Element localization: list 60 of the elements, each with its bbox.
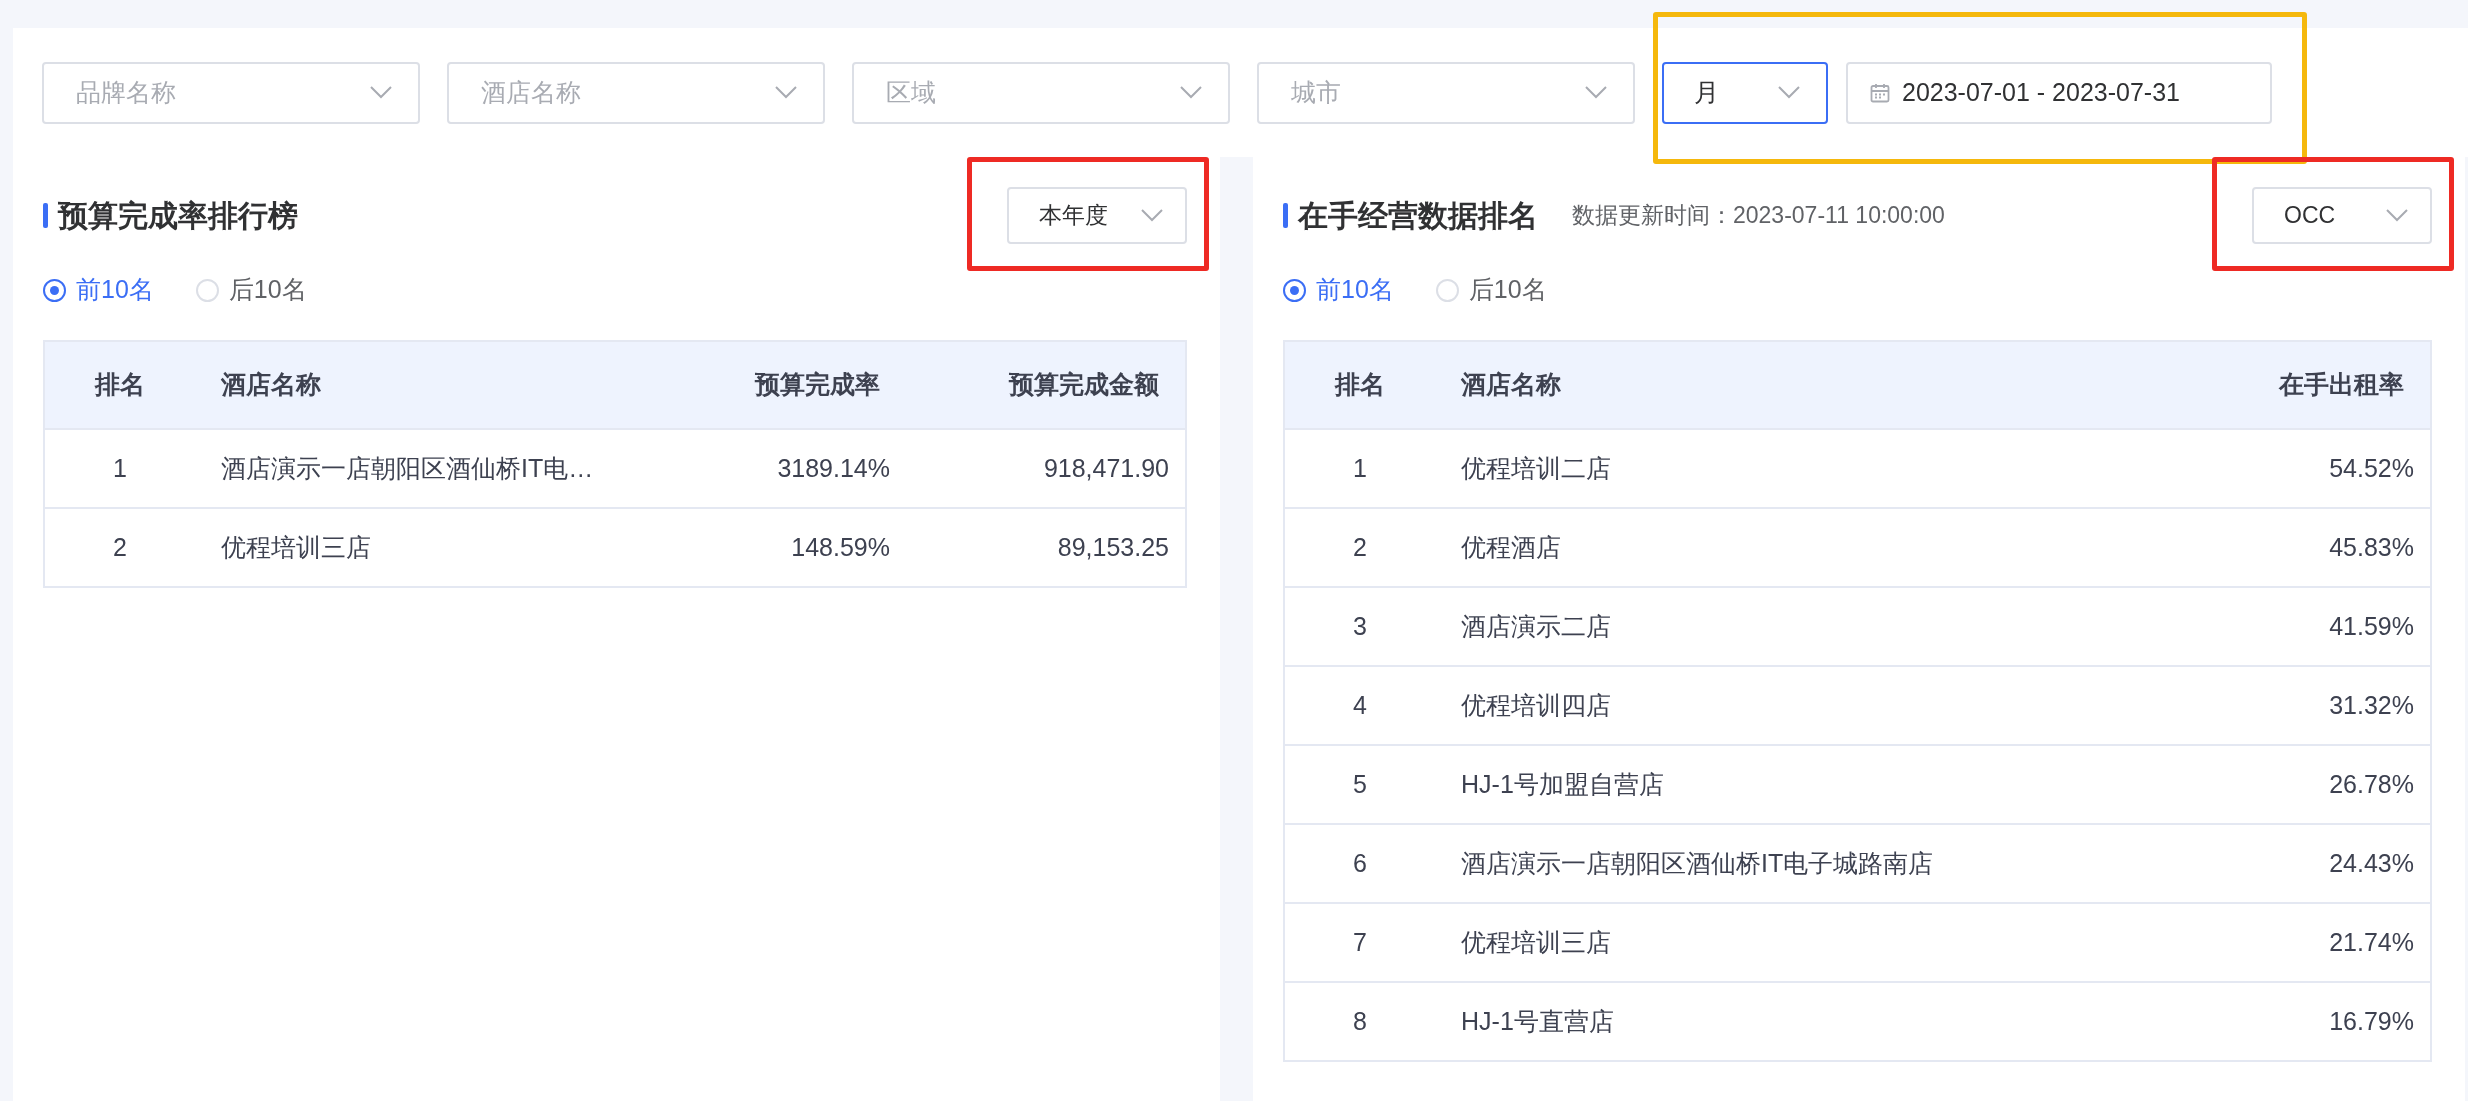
chevron-down-icon bbox=[370, 86, 392, 99]
table-cell-text: 酒店演示一店朝阳区酒仙桥IT电… bbox=[220, 452, 595, 484]
table-cell-text: 3 bbox=[1352, 610, 1368, 642]
table-cell-text: 优程培训二店 bbox=[1460, 452, 1612, 484]
table-cell-text: 26.78% bbox=[2328, 768, 2415, 800]
chevron-down-icon bbox=[1141, 209, 1163, 222]
table-cell-text: 54.52% bbox=[2328, 452, 2415, 484]
table-cell-text: 酒店演示一店朝阳区酒仙桥IT电子城路南店 bbox=[1460, 847, 1935, 879]
table-cell-text: 2 bbox=[112, 531, 128, 563]
table-cell-text: 45.83% bbox=[2328, 531, 2415, 563]
table-cell-text: 1 bbox=[1352, 452, 1368, 484]
table-cell-text: 6 bbox=[1352, 847, 1368, 879]
table-cell-text: 89,153.25 bbox=[1056, 531, 1170, 563]
date-range-field[interactable]: 2023-07-01 - 2023-07-31 bbox=[1846, 61, 2272, 124]
table-cell-text: 8 bbox=[1352, 1005, 1368, 1037]
table-cell-text: 4 bbox=[1352, 689, 1368, 721]
table-cell-text: 2 bbox=[1352, 531, 1368, 563]
table-cell-text: 41.59% bbox=[2328, 610, 2415, 642]
column-header: 预算完成率 bbox=[753, 369, 881, 401]
table-cell-text: 优程培训四店 bbox=[1460, 689, 1612, 721]
chevron-down-icon bbox=[2386, 209, 2408, 222]
calendar-icon bbox=[1870, 82, 1890, 103]
dropdown-select[interactable]: 本年度 bbox=[1007, 187, 1187, 244]
panel-title: 在手经营数据排名 bbox=[1298, 198, 1538, 234]
chevron-down-icon bbox=[775, 86, 797, 99]
column-header: 预算完成金额 bbox=[1007, 369, 1160, 401]
column-header: 排名 bbox=[1333, 369, 1386, 401]
radio-option[interactable]: 后10名 bbox=[1435, 271, 1547, 309]
table-cell-text: 31.32% bbox=[2328, 689, 2415, 721]
table-cell-text: 优程培训三店 bbox=[1460, 926, 1612, 958]
table-cell-text: 5 bbox=[1352, 768, 1368, 800]
chevron-down-icon bbox=[1778, 86, 1800, 99]
table-cell-text: 1 bbox=[112, 452, 128, 484]
panel-title: 预算完成率排行榜 bbox=[58, 198, 298, 234]
radio-option[interactable]: 前10名 bbox=[1283, 271, 1394, 309]
table-cell-text: 7 bbox=[1352, 926, 1368, 958]
radio-option[interactable]: 后10名 bbox=[195, 271, 307, 309]
table-cell-text: 16.79% bbox=[2328, 1005, 2415, 1037]
update-time: 数据更新时间：2023-07-11 10:00:00 bbox=[1572, 201, 1945, 231]
chevron-down-icon bbox=[1585, 86, 1607, 99]
chevron-down-icon bbox=[1180, 86, 1202, 99]
radio-option[interactable]: 前10名 bbox=[43, 271, 154, 309]
table-cell-text: 酒店演示二店 bbox=[1460, 610, 1612, 642]
title-accent-bar bbox=[43, 203, 48, 228]
title-accent-bar bbox=[1283, 203, 1288, 228]
column-header: 排名 bbox=[93, 369, 146, 401]
table-cell-text: 148.59% bbox=[790, 531, 891, 563]
table-cell-text: 优程培训三店 bbox=[220, 531, 372, 563]
column-header: 酒店名称 bbox=[1460, 369, 1562, 401]
column-header: 在手出租率 bbox=[2277, 369, 2405, 401]
column-header: 酒店名称 bbox=[220, 369, 322, 401]
table-cell-text: 3189.14% bbox=[776, 452, 891, 484]
table-cell-text: 21.74% bbox=[2328, 926, 2415, 958]
table-cell-text: HJ-1号加盟自营店 bbox=[1460, 768, 1665, 800]
table-cell-text: HJ-1号直营店 bbox=[1460, 1005, 1615, 1037]
table-cell-text: 24.43% bbox=[2328, 847, 2415, 879]
dropdown-select[interactable]: OCC bbox=[2252, 187, 2432, 244]
period-select[interactable]: 月 bbox=[1662, 61, 1828, 124]
table-cell-text: 优程酒店 bbox=[1460, 531, 1562, 563]
table-cell-text: 918,471.90 bbox=[1042, 452, 1170, 484]
